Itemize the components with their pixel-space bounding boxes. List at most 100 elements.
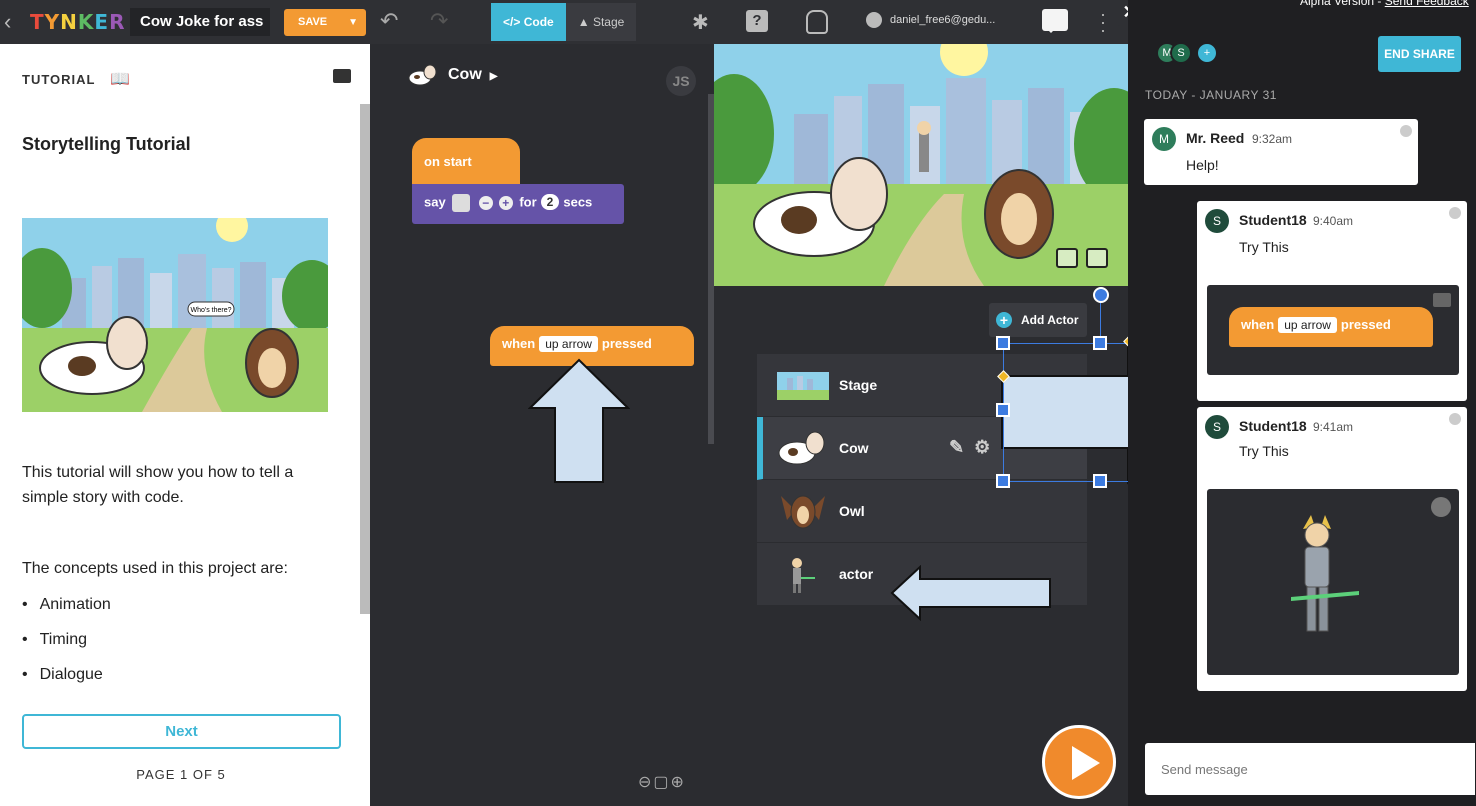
warrior-thumbnail [792,558,815,593]
secs-label: secs [563,194,593,210]
tab-stage[interactable]: ▲ Stage [565,3,637,41]
zoom-controls[interactable]: ⊖▢⊕ [638,772,686,792]
play-button[interactable] [1042,725,1116,799]
tab-code[interactable]: </> Code [491,3,566,41]
emoji-icon[interactable] [1431,497,1451,517]
code-workspace[interactable]: Cow ▶ JS on start say − + for 2 secs when up a… [370,44,714,806]
flag-icon[interactable] [333,69,351,83]
tutorial-scrollbar[interactable] [360,104,370,614]
when-label: when [1241,317,1275,332]
resize-handle[interactable] [996,336,1010,350]
caret-down-icon[interactable]: ▼ [348,9,358,36]
speech-bubble-text: Who's there? [190,307,231,314]
resize-handle[interactable] [1093,336,1107,350]
js-toggle[interactable]: JS [666,66,696,96]
plus-icon: + [996,312,1012,328]
message-time: 9:41am [1313,420,1354,434]
chat-message: S Student18 9:40am Try This when up arrow… [1197,201,1467,401]
save-button[interactable]: SAVE ▼ [284,9,366,36]
message-author: Student18 [1239,418,1307,434]
backpack-add-icon[interactable] [1433,293,1451,307]
resize-handle[interactable] [1093,474,1107,488]
message-author: Student18 [1239,212,1307,228]
actor-snippet-card[interactable] [1207,489,1459,675]
pressed-label: pressed [1340,317,1391,332]
back-chevron-icon[interactable]: ‹ [4,10,22,34]
when-key-block[interactable]: when up arrow pressed [1229,307,1433,347]
fullscreen-icon[interactable] [1086,248,1108,268]
gear-icon[interactable]: ⚙ [974,437,990,457]
backpack-icon[interactable] [806,10,828,34]
pencil-icon[interactable]: ✎ [949,437,964,457]
bug-icon[interactable]: ✱ [692,10,709,35]
resize-handle[interactable] [996,474,1010,488]
concepts-label: The concepts used in this project are: [22,560,288,577]
minus-icon[interactable]: − [478,196,493,210]
add-participant-icon[interactable]: + [1196,42,1218,64]
avatar: M [1152,127,1176,151]
on-start-block[interactable]: on start [412,138,520,184]
code-icon: </> [503,15,521,29]
tutorial-intro: This tutorial will show you how to tell … [22,464,294,506]
close-icon[interactable] [1400,125,1412,137]
user-menu[interactable]: daniel_free6@gedu... [866,12,995,28]
help-icon[interactable]: ? [746,10,768,32]
send-message-input[interactable] [1145,743,1475,795]
book-icon: 📖 [110,71,130,88]
project-name-field[interactable]: Cow Joke for ass [130,8,270,36]
message-text: Try This [1239,239,1289,255]
concepts-list: Animation Timing Dialogue [22,596,111,701]
list-item: Animation [22,596,111,631]
cow-thumbnail [778,431,825,465]
actor-name: actor [839,566,874,582]
list-item: Dialogue [22,666,111,701]
annotation-arrow-left [890,565,1051,621]
avatar[interactable]: S [1170,42,1192,64]
secs-value[interactable]: 2 [540,194,560,211]
undo-icon[interactable]: ↶ [380,8,398,34]
caret-right-icon: ▶ [489,71,498,83]
more-menu-icon[interactable]: · · · [1100,5,1106,39]
add-actor-button[interactable]: + Add Actor [989,303,1087,337]
stage-preview[interactable] [714,44,1128,286]
when-label: when [502,336,536,351]
code-snippet-card[interactable]: when up arrow pressed [1207,285,1459,375]
stage-thumbnail [777,372,829,400]
alpha-banner: Alpha Version - Send Feedback [1300,0,1469,8]
actor-row-owl[interactable]: Owl [757,480,1087,543]
send-feedback-link[interactable]: Send Feedback [1385,0,1469,8]
say-block[interactable]: say − + for 2 secs [412,184,624,224]
cow-thumbnail [408,64,437,86]
end-share-button[interactable]: END SHARE [1378,36,1461,72]
user-email: daniel_free6@gedu... [890,13,996,26]
current-actor-name: Cow [448,66,482,84]
resize-handle[interactable] [996,403,1010,417]
say-text-slot[interactable] [451,194,470,212]
chat-icon[interactable] [1042,9,1068,33]
warrior-sprite [1291,515,1359,632]
tynker-logo[interactable]: TYNKER [30,10,125,34]
actor-name: Owl [839,503,865,519]
actor-selector[interactable]: Cow ▶ [408,62,497,88]
user-icon [866,12,882,28]
message-text: Try This [1239,443,1289,459]
key-dropdown[interactable]: up arrow [539,336,598,352]
say-label: say [424,194,446,210]
key-dropdown: up arrow [1278,317,1337,333]
close-icon[interactable] [1449,413,1461,425]
grid-toggle-icon[interactable] [1056,248,1078,268]
rotation-handle[interactable] [1093,287,1109,303]
message-time: 9:32am [1252,132,1293,146]
next-button[interactable]: Next [22,714,341,749]
mountain-icon: ▲ [577,15,590,29]
page-indicator: PAGE 1 OF 5 [136,767,226,782]
redo-icon[interactable]: ↷ [430,8,448,34]
close-icon[interactable] [1449,207,1461,219]
owl-thumbnail [781,495,825,529]
date-separator: TODAY - JANUARY 31 [1145,88,1277,102]
for-label: for [519,194,537,210]
alpha-text: Alpha Version - [1300,0,1385,8]
plus-icon[interactable]: + [498,196,513,210]
row-tools: ✎ ⚙ [949,437,990,458]
list-item: Timing [22,631,111,666]
